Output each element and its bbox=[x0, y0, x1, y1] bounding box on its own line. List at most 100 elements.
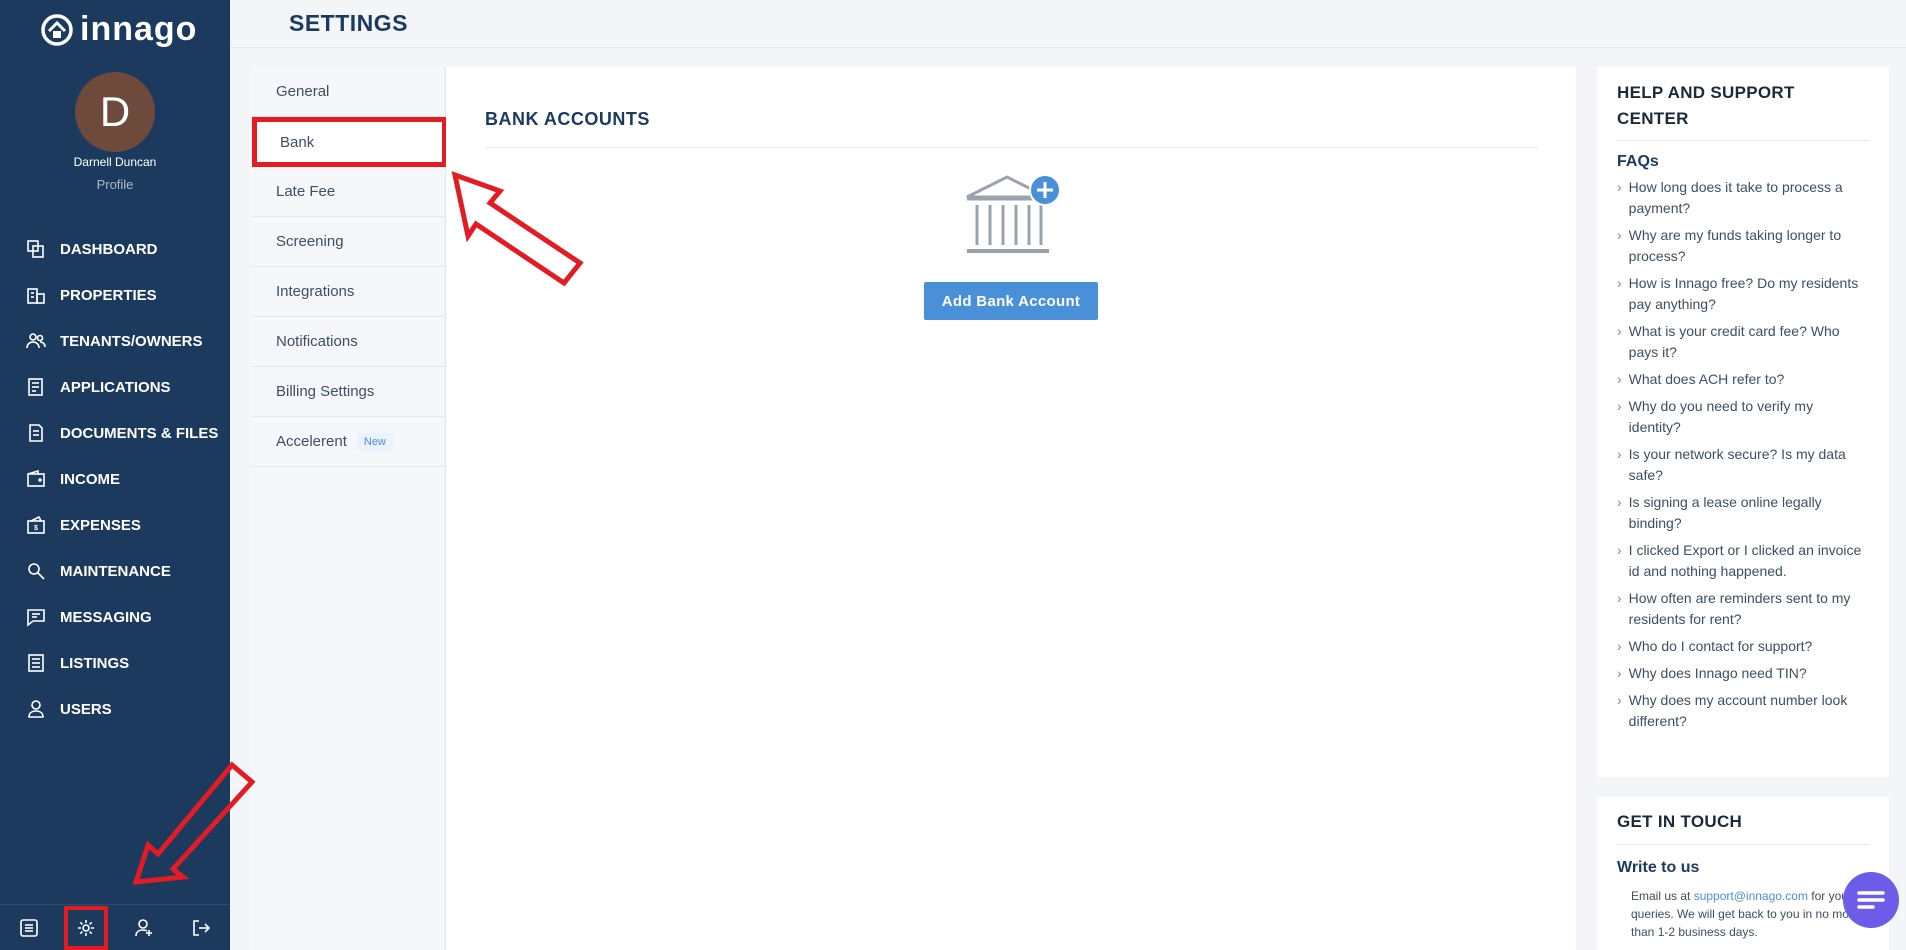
user-icon bbox=[28, 700, 44, 718]
logout-button[interactable] bbox=[179, 906, 223, 950]
nav-item-label: EXPENSES bbox=[60, 516, 141, 534]
faq-text: How is Innago free? Do my residents pay … bbox=[1628, 275, 1859, 312]
list-button[interactable] bbox=[7, 906, 51, 950]
chevron-right-icon: › bbox=[1617, 227, 1622, 243]
add-user-button[interactable] bbox=[122, 906, 166, 950]
chevron-right-icon: › bbox=[1617, 665, 1622, 681]
nav-item-label: PROPERTIES bbox=[60, 286, 157, 304]
write-to-us-heading: Write to us bbox=[1617, 859, 1700, 876]
avatar[interactable]: D bbox=[75, 72, 155, 152]
document-icon bbox=[29, 424, 43, 442]
contact-text: Email us at support@innago.com for your … bbox=[1617, 887, 1869, 941]
chevron-right-icon: › bbox=[1617, 371, 1622, 387]
settings-tab-integrations[interactable]: Integrations bbox=[251, 267, 445, 317]
faq-item[interactable]: › Who do I contact for support? bbox=[1617, 636, 1869, 657]
chevron-right-icon: › bbox=[1617, 692, 1622, 708]
faq-text: What does ACH refer to? bbox=[1628, 371, 1785, 387]
settings-tab-bank[interactable]: Bank bbox=[252, 117, 447, 167]
settings-tab-late-fee[interactable]: Late Fee bbox=[251, 167, 445, 217]
settings-gear-icon bbox=[78, 919, 95, 936]
wrench-icon bbox=[28, 563, 45, 580]
divider bbox=[485, 147, 1538, 148]
faq-item[interactable]: › How is Innago free? Do my residents pay… bbox=[1617, 273, 1869, 315]
message-icon bbox=[27, 609, 45, 627]
settings-tab-general[interactable]: General bbox=[251, 67, 445, 117]
faq-text: How long does it take to process a payme… bbox=[1628, 179, 1843, 216]
faq-text: Why does Innago need TIN? bbox=[1628, 665, 1807, 681]
chevron-right-icon: › bbox=[1617, 494, 1622, 510]
faq-item[interactable]: › Is signing a lease online legally bindi… bbox=[1617, 492, 1869, 534]
chevron-right-icon: › bbox=[1617, 590, 1622, 606]
section-title: BANK ACCOUNTS bbox=[485, 109, 650, 129]
faq-text: What is your credit card fee? Who pays i… bbox=[1628, 323, 1840, 360]
nav-item-maintenance[interactable]: MAINTENANCE bbox=[0, 548, 230, 594]
settings-tab-label: Accelerent bbox=[276, 433, 347, 450]
application-icon bbox=[28, 378, 43, 396]
chat-widget-button[interactable] bbox=[1843, 872, 1899, 928]
nav-item-listings[interactable]: LISTINGS bbox=[0, 640, 230, 686]
nav-item-expenses[interactable]: $ EXPENSES bbox=[0, 502, 230, 548]
faq-list: › How long does it take to process a paym… bbox=[1617, 177, 1869, 732]
settings-tab-accelerent[interactable]: Accelerent New bbox=[251, 417, 445, 467]
faq-item[interactable]: › What does ACH refer to? bbox=[1617, 369, 1869, 390]
chevron-right-icon: › bbox=[1617, 275, 1622, 291]
nav-item-income[interactable]: INCOME bbox=[0, 456, 230, 502]
faq-item[interactable]: › How often are reminders sent to my resi… bbox=[1617, 588, 1869, 630]
faq-item[interactable]: › Why do you need to verify my identity? bbox=[1617, 396, 1869, 438]
get-in-touch-panel: GET IN TOUCH Write to us Email us at sup… bbox=[1597, 797, 1889, 950]
faq-item[interactable]: › Why are my funds taking longer to proce… bbox=[1617, 225, 1869, 267]
nav-item-label: APPLICATIONS bbox=[60, 378, 171, 396]
new-badge: New bbox=[356, 432, 393, 451]
listing-icon bbox=[28, 654, 44, 672]
main-nav: DASHBOARD PROPERTIES TENANTS/OWNERS APPL… bbox=[0, 226, 230, 732]
nav-item-label: MAINTENANCE bbox=[60, 562, 171, 580]
support-email-link[interactable]: support@innago.com bbox=[1694, 889, 1808, 903]
chevron-right-icon: › bbox=[1617, 398, 1622, 414]
profile-link[interactable]: Profile bbox=[0, 177, 230, 192]
faq-item[interactable]: › I clicked Export or I clicked an invoic… bbox=[1617, 540, 1869, 582]
nav-item-messaging[interactable]: MESSAGING bbox=[0, 594, 230, 640]
sidebar-bottom-bar bbox=[0, 904, 230, 950]
divider bbox=[1617, 140, 1869, 141]
dashboard-icon bbox=[27, 240, 44, 258]
faq-item[interactable]: › How long does it take to process a paym… bbox=[1617, 177, 1869, 219]
nav-item-documents-files[interactable]: DOCUMENTS & FILES bbox=[0, 410, 230, 456]
help-title: HELP AND SUPPORT CENTER bbox=[1617, 83, 1795, 128]
faq-title: FAQs bbox=[1617, 153, 1659, 170]
faq-item[interactable]: › Is your network secure? Is my data safe… bbox=[1617, 444, 1869, 486]
faq-item[interactable]: › Why does my account number look differe… bbox=[1617, 690, 1869, 732]
logo-text: innago bbox=[80, 10, 198, 48]
wallet-icon bbox=[27, 469, 45, 487]
settings-tab-notifications[interactable]: Notifications bbox=[251, 317, 445, 367]
list-icon bbox=[19, 918, 38, 937]
top-header: SETTINGS bbox=[230, 0, 1906, 48]
nav-item-users[interactable]: USERS bbox=[0, 686, 230, 732]
settings-button[interactable] bbox=[64, 905, 109, 950]
expense-icon: $ bbox=[27, 515, 45, 534]
nav-item-properties[interactable]: PROPERTIES bbox=[0, 272, 230, 318]
chevron-right-icon: › bbox=[1617, 323, 1622, 339]
settings-tab-billing-settings[interactable]: Billing Settings bbox=[251, 367, 445, 417]
nav-item-label: INCOME bbox=[60, 470, 120, 488]
faq-text: Is your network secure? Is my data safe? bbox=[1628, 446, 1846, 483]
bank-accounts-panel: BANK ACCOUNTS Add Bank Account bbox=[446, 67, 1576, 950]
chat-lines-icon bbox=[1857, 891, 1885, 909]
chevron-right-icon: › bbox=[1617, 638, 1622, 654]
sidebar: innago D Darnell Duncan Profile DASHBOAR… bbox=[0, 0, 230, 950]
user-plus-icon bbox=[134, 918, 152, 936]
building-icon bbox=[27, 288, 45, 304]
logout-icon bbox=[193, 919, 211, 936]
contact-text-before: Email us at bbox=[1631, 889, 1694, 903]
nav-item-dashboard[interactable]: DASHBOARD bbox=[0, 226, 230, 272]
faq-item[interactable]: › Why does Innago need TIN? bbox=[1617, 663, 1869, 684]
faq-text: Why are my funds taking longer to proces… bbox=[1628, 227, 1842, 264]
user-name: Darnell Duncan bbox=[73, 155, 157, 169]
nav-item-applications[interactable]: APPLICATIONS bbox=[0, 364, 230, 410]
faq-text: Why does my account number look differen… bbox=[1628, 692, 1848, 729]
nav-item-tenants-owners[interactable]: TENANTS/OWNERS bbox=[0, 318, 230, 364]
settings-tab-screening[interactable]: Screening bbox=[251, 217, 445, 267]
innago-logo[interactable]: innago bbox=[40, 10, 197, 49]
add-bank-account-button[interactable]: Add Bank Account bbox=[924, 282, 1098, 320]
nav-item-label: DOCUMENTS & FILES bbox=[60, 424, 219, 442]
faq-item[interactable]: › What is your credit card fee? Who pays … bbox=[1617, 321, 1869, 363]
